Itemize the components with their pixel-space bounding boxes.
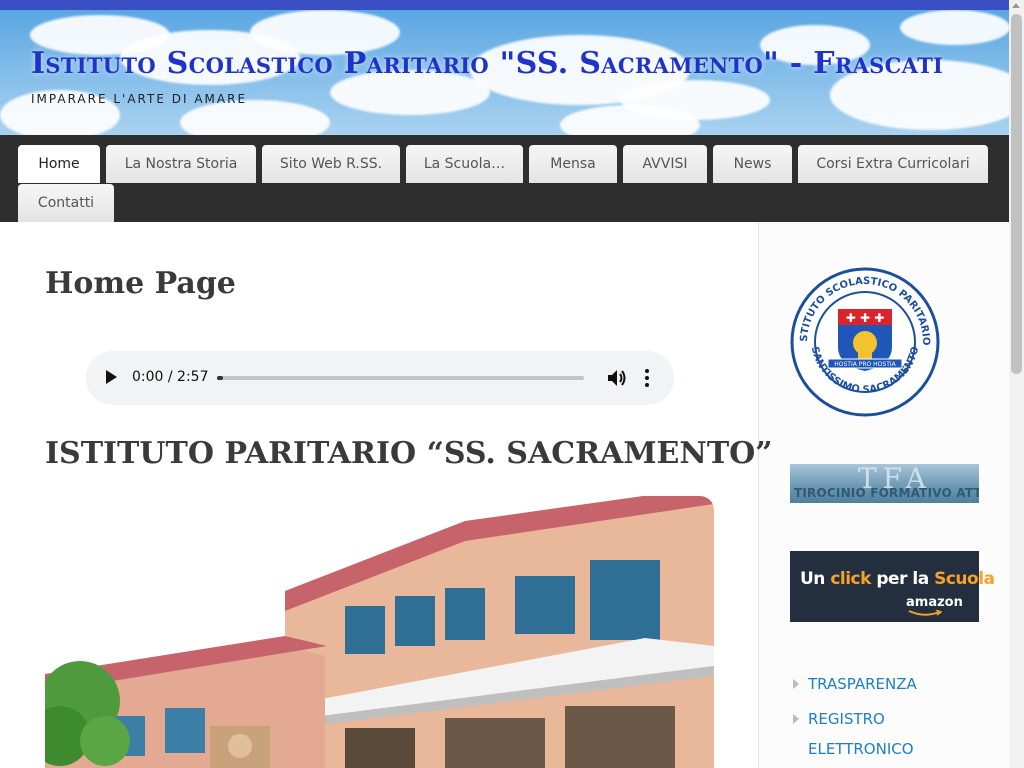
scroll-up-arrow-icon[interactable] [1012, 3, 1020, 8]
audio-progress-fill [217, 376, 223, 380]
amazon-banner-text: Un click per la Scuola [800, 569, 995, 589]
nav-item-mensa[interactable]: Mensa [529, 145, 617, 183]
play-icon[interactable] [106, 370, 117, 384]
nav-item-corsi-extra-curricolari[interactable]: Corsi Extra Curricolari [798, 145, 988, 183]
amazon-smile-icon [908, 610, 942, 616]
school-building-image [45, 496, 714, 768]
audio-player[interactable]: 0:00 / 2:57 [86, 351, 674, 405]
page-scrollbar[interactable] [1009, 0, 1024, 768]
more-options-icon[interactable] [640, 367, 654, 389]
sidebar-link-elettronico[interactable]: ELETTRONICO [808, 740, 914, 758]
nav-item-la-nostra-storia[interactable]: La Nostra Storia [106, 145, 256, 183]
audio-progress-bar[interactable] [217, 376, 584, 380]
tfa-caption: TIROCINIO FORMATIVO ATTIVO [794, 486, 979, 500]
section-heading: ISTITUTO PARITARIO “SS. SACRAMENTO” [45, 436, 773, 471]
site-title[interactable]: Istituto Scolastico Paritario "SS. Sacra… [31, 46, 943, 81]
tfa-banner[interactable]: TFA TIROCINIO FORMATIVO ATTIVO [790, 464, 979, 503]
bullet-icon [793, 714, 799, 724]
sidebar-link-registro[interactable]: REGISTRO [808, 710, 885, 728]
site-tagline: IMPARARE L'ARTE DI AMARE [31, 92, 248, 106]
site-header: Istituto Scolastico Paritario "SS. Sacra… [0, 10, 1009, 135]
nav-item-sito-web-rss[interactable]: Sito Web R.SS. [262, 145, 400, 183]
sidebar-divider [758, 222, 759, 768]
audio-time: 0:00 / 2:57 [132, 369, 209, 385]
page-title: Home Page [45, 266, 236, 301]
bullet-icon [793, 679, 799, 689]
school-seal-logo[interactable]: ISTITUTO SCOLASTICO PARITARIO SANTISSIMO… [790, 267, 940, 417]
scrollbar-thumb[interactable] [1011, 14, 1022, 374]
nav-item-home[interactable]: Home [18, 145, 100, 183]
amazon-wordmark: amazon [906, 595, 963, 610]
nav-item-contatti[interactable]: Contatti [18, 184, 114, 222]
amazon-click-scuola-banner[interactable]: Un click per la Scuola amazon [790, 551, 995, 622]
top-stripe [0, 0, 1009, 10]
nav-item-avvisi[interactable]: AVVISI [623, 145, 707, 183]
nav-item-la-scuola[interactable]: La Scuola… [406, 145, 523, 183]
svg-text:HOSTIA PRO HOSTIA: HOSTIA PRO HOSTIA [834, 361, 896, 368]
sidebar-link-trasparenza[interactable]: TRASPARENZA [808, 675, 917, 693]
nav-item-news[interactable]: News [713, 145, 792, 183]
volume-icon[interactable] [606, 368, 628, 388]
svg-text:✚ ✚ ✚: ✚ ✚ ✚ [846, 311, 885, 325]
main-navigation: Home La Nostra Storia Sito Web R.SS. La … [0, 135, 1009, 222]
